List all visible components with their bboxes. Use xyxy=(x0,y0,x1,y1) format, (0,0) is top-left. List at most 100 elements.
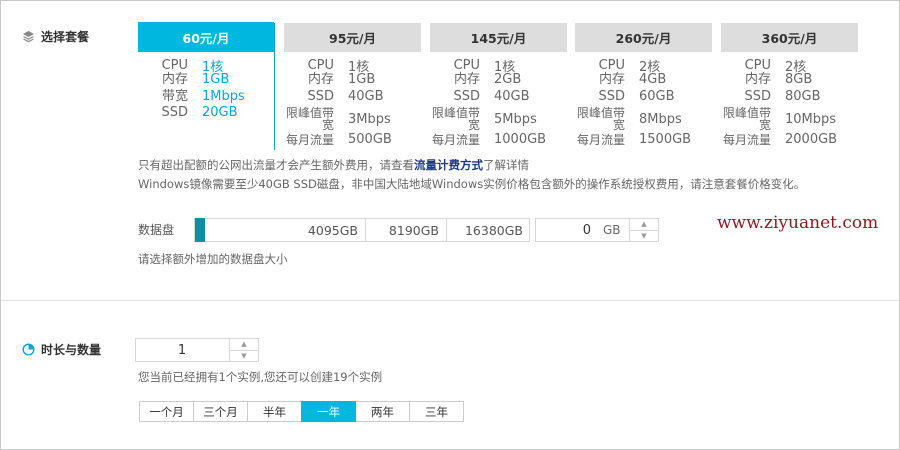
duration-section-label: 时长与数量 xyxy=(22,341,101,358)
plan-spec-row: 限峰值带宽 3Mbps xyxy=(284,107,421,131)
increment-icon[interactable]: ▲ xyxy=(230,339,258,350)
period-option[interactable]: 半年 xyxy=(247,401,302,422)
plan-spec-row: 内存 4GB xyxy=(575,72,712,87)
plan-spec-value: 3Mbps xyxy=(348,111,391,127)
data-disk-label: 数据盘 xyxy=(138,223,175,237)
plan-spec-row: SSD 60GB xyxy=(575,89,712,104)
plan-spec-value: 1Mbps xyxy=(202,89,245,104)
plan-spec-row: SSD 40GB xyxy=(284,89,421,104)
plan-spec-row: SSD 40GB xyxy=(430,89,567,104)
plan-spec-key: SSD xyxy=(744,88,771,104)
plan-spec-key: CPU xyxy=(161,57,188,73)
plan-spec-value: 40GB xyxy=(494,89,530,104)
period-option[interactable]: 一年 xyxy=(301,401,356,422)
plan-spec-key: SSD xyxy=(453,88,480,104)
plan-spec-key: 限峰值带宽 xyxy=(431,106,480,132)
data-disk-slider[interactable]: 4095GB 8190GB 16380GB xyxy=(194,218,530,242)
plan-spec-key: CPU xyxy=(598,57,625,73)
plan-spec-row: 限峰值带宽 5Mbps xyxy=(430,107,567,131)
plan-spec-row: 每月流量 1000GB xyxy=(430,132,567,147)
plan-spec-value: 80GB xyxy=(785,89,821,104)
quantity-input[interactable]: 1 ▲ ▼ xyxy=(135,338,259,362)
plan-spec-key: 内存 xyxy=(161,71,188,87)
plan-spec-value: 1GB xyxy=(348,72,376,87)
plan-spec-key: SSD xyxy=(161,104,188,120)
period-option[interactable]: 两年 xyxy=(355,401,410,422)
slider-mark-1: 4095GB xyxy=(307,222,358,238)
instance-quota-hint: 您当前已经拥有1个实例,您还可以创建19个实例 xyxy=(138,370,383,384)
plan-spec-value: 20GB xyxy=(202,105,238,120)
plan-spec-key: 内存 xyxy=(307,71,334,87)
watermark: www.ziyuanet.com xyxy=(717,213,879,233)
slider-handle[interactable] xyxy=(195,218,205,242)
plan-spec-key: 限峰值带宽 xyxy=(576,106,625,132)
plan-price[interactable]: 95元/月 xyxy=(284,23,421,52)
plan-spec-value: 2000GB xyxy=(785,132,838,147)
traffic-note: 只有超出配额的公网出流量才会产生额外费用，请查看流量计费方式了解详情 xyxy=(138,157,529,173)
plan-spec-row: 内存 1GB xyxy=(138,72,275,87)
plan-price[interactable]: 60元/月 xyxy=(138,22,274,52)
plan-spec-value: 1000GB xyxy=(494,132,547,147)
plan-price[interactable]: 360元/月 xyxy=(721,23,858,52)
plan-spec-value: 500GB xyxy=(348,132,392,147)
plan-spec-key: 每月流量 xyxy=(285,132,334,147)
windows-note: Windows镜像需要至少40GB SSD磁盘，非中国大陆地域Windows实例… xyxy=(138,177,806,191)
quantity-stepper: ▲ ▼ xyxy=(229,339,258,361)
period-option[interactable]: 三个月 xyxy=(193,401,248,422)
plan-spec-value: 2GB xyxy=(494,72,522,87)
package-section-title: 选择套餐 xyxy=(41,30,90,44)
data-disk-hint: 请选择额外增加的数据盘大小 xyxy=(138,252,288,266)
plan-spec-value: 8GB xyxy=(785,72,813,87)
plan-card[interactable]: 145元/月 CPU 1核 内存 2GB SSD 40GB 限峰值带宽 5Mbps 每月流量 100… xyxy=(430,23,567,150)
plan-spec-key: 带宽 xyxy=(161,88,188,104)
plan-spec-key: 限峰值带宽 xyxy=(285,106,334,132)
plan-spec-value: 5Mbps xyxy=(494,111,537,127)
period-option[interactable]: 一个月 xyxy=(139,401,194,422)
pie-clock-icon xyxy=(22,343,35,356)
slider-mark-2: 8190GB xyxy=(365,219,446,241)
decrement-icon[interactable]: ▼ xyxy=(230,349,258,362)
plan-spec-row: 每月流量 2000GB xyxy=(721,132,858,147)
slider-mark-3: 16380GB xyxy=(446,219,530,241)
plan-spec-key: SSD xyxy=(307,88,334,104)
plan-card[interactable]: 60元/月 CPU 1核 内存 1GB 带宽 1Mbps SSD 20GB xyxy=(138,22,275,150)
plan-spec-row: 每月流量 1500GB xyxy=(575,132,712,147)
plan-card[interactable]: 95元/月 CPU 1核 内存 1GB SSD 40GB 限峰值带宽 3Mbps 每月流量 500G… xyxy=(284,23,421,150)
traffic-note-suffix: 了解详情 xyxy=(483,158,529,172)
data-disk-unit: GB xyxy=(603,223,621,237)
plan-price[interactable]: 145元/月 xyxy=(430,23,567,52)
increment-icon[interactable]: ▲ xyxy=(630,219,658,230)
data-disk-size-input[interactable]: 0 GB ▲ ▼ xyxy=(535,218,659,242)
plan-spec-row: 限峰值带宽 8Mbps xyxy=(575,107,712,131)
plan-spec-key: 内存 xyxy=(453,71,480,87)
plan-spec-key: 内存 xyxy=(598,71,625,87)
traffic-billing-link[interactable]: 流量计费方式 xyxy=(414,158,483,172)
plan-spec-value: 8Mbps xyxy=(639,111,682,127)
decrement-icon[interactable]: ▼ xyxy=(630,229,658,242)
plan-spec-key: 每月流量 xyxy=(431,132,480,147)
plan-spec-key: 每月流量 xyxy=(722,132,771,147)
data-disk-value[interactable]: 0 xyxy=(536,223,591,238)
plan-spec-row: SSD 80GB xyxy=(721,89,858,104)
plan-card[interactable]: 360元/月 CPU 2核 内存 8GB SSD 80GB 限峰值带宽 10Mbps 每月流量 20… xyxy=(721,23,858,150)
period-option[interactable]: 三年 xyxy=(409,401,464,422)
plan-spec-key: 内存 xyxy=(744,71,771,87)
plan-spec-key: SSD xyxy=(598,88,625,104)
traffic-note-text: 只有超出配额的公网出流量才会产生额外费用，请查看 xyxy=(138,158,414,172)
plan-list: 60元/月 CPU 1核 内存 1GB 带宽 1Mbps SSD 20GB 95元/月 CPU 1核内… xyxy=(138,22,860,150)
data-disk-stepper: ▲ ▼ xyxy=(629,219,658,241)
quantity-value[interactable]: 1 xyxy=(136,339,228,361)
plan-spec-key: 每月流量 xyxy=(576,132,625,147)
layers-icon xyxy=(23,31,34,43)
plan-spec-value: 1GB xyxy=(202,72,230,87)
plan-spec-value: 10Mbps xyxy=(785,111,837,127)
plan-card[interactable]: 260元/月 CPU 2核 内存 4GB SSD 60GB 限峰值带宽 8Mbps 每月流量 150… xyxy=(575,23,712,150)
plan-spec-row: 内存 2GB xyxy=(430,72,567,87)
package-section-label: 选择套餐 xyxy=(22,28,89,45)
plan-spec-key: CPU xyxy=(307,57,334,73)
plan-spec-value: 4GB xyxy=(639,72,667,87)
plan-spec-key: CPU xyxy=(453,57,480,73)
plan-price[interactable]: 260元/月 xyxy=(575,23,712,52)
plan-spec-key: 限峰值带宽 xyxy=(722,106,771,132)
section-divider xyxy=(1,300,899,301)
